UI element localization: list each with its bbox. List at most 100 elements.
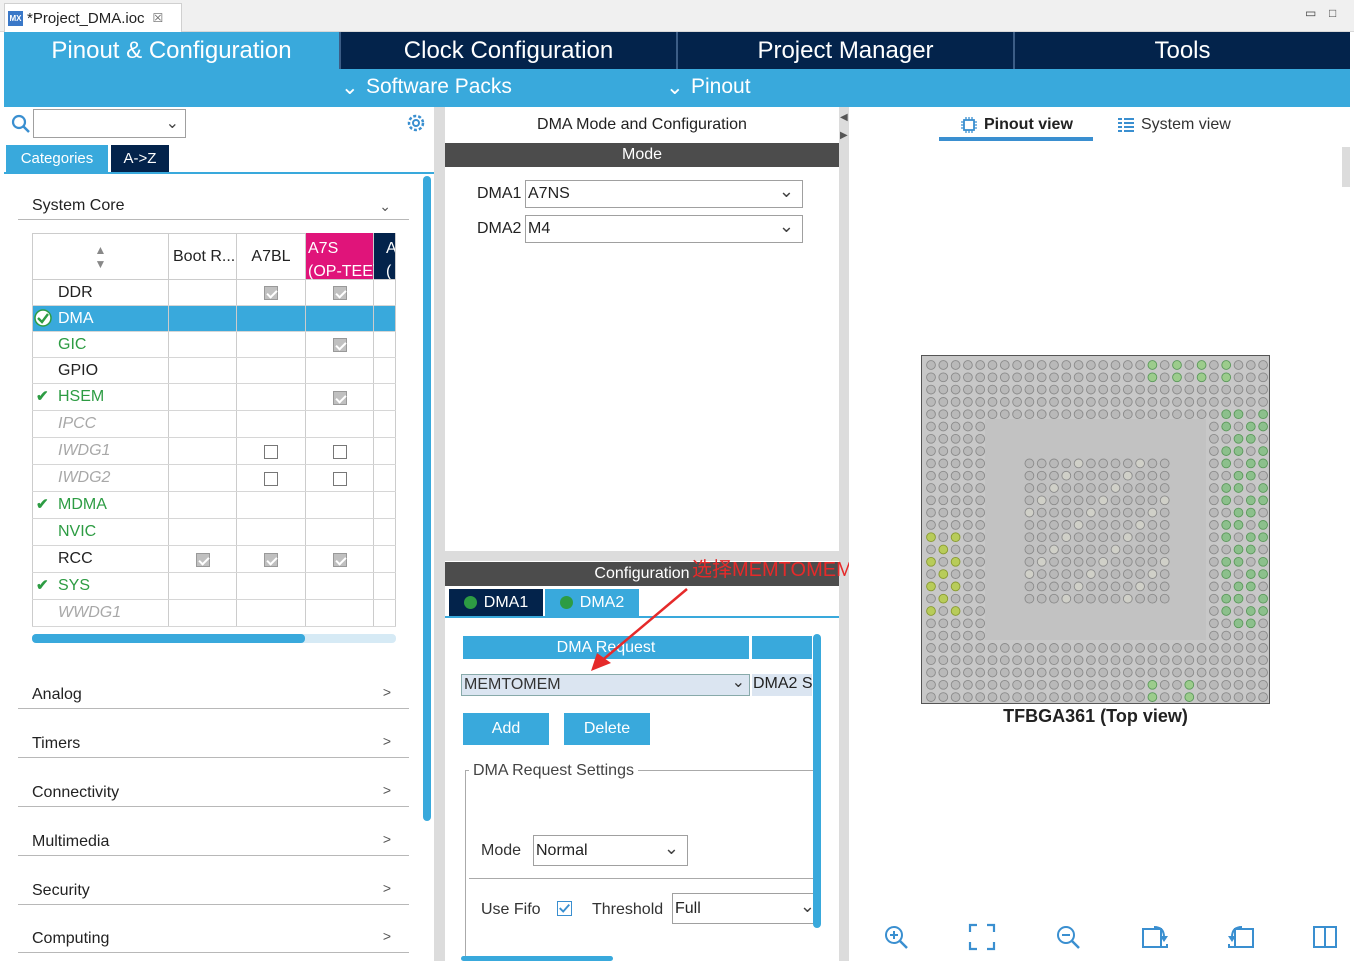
chip-pin[interactable] xyxy=(1135,556,1145,567)
chip-pin[interactable] xyxy=(1233,667,1244,678)
chip-pin[interactable] xyxy=(1233,569,1244,579)
chip-pin[interactable] xyxy=(1159,679,1170,690)
chip-package[interactable] xyxy=(921,355,1270,704)
a7s-checkbox[interactable] xyxy=(333,338,347,352)
chip-pin[interactable] xyxy=(1221,483,1232,493)
chip-pin[interactable] xyxy=(975,643,986,653)
chip-pin[interactable] xyxy=(1221,593,1232,604)
chip-pin[interactable] xyxy=(1258,618,1268,629)
chip-pin[interactable] xyxy=(1258,581,1268,592)
chip-pin[interactable] xyxy=(1159,532,1170,543)
rotate-right-icon[interactable] xyxy=(1140,923,1170,951)
chip-pin[interactable] xyxy=(1024,667,1035,678)
a7bl-checkbox[interactable] xyxy=(264,472,278,486)
chip-pin[interactable] xyxy=(1110,655,1121,666)
chip-pin[interactable] xyxy=(975,470,986,481)
chip-pin[interactable] xyxy=(1036,692,1047,702)
chip-pin[interactable] xyxy=(1122,569,1133,579)
chip-pin[interactable] xyxy=(1221,544,1232,555)
chip-pin[interactable] xyxy=(975,556,986,567)
chip-pin[interactable] xyxy=(1233,409,1244,420)
chip-pin[interactable] xyxy=(1258,384,1268,395)
a7bl-checkbox[interactable] xyxy=(264,286,278,300)
scrollbar-thumb[interactable] xyxy=(32,634,305,643)
chip-pin[interactable] xyxy=(1209,458,1219,469)
chip-pin[interactable] xyxy=(1024,532,1035,543)
chip-pin[interactable] xyxy=(1098,532,1109,543)
chip-pin[interactable] xyxy=(1221,618,1232,629)
chip-pin[interactable] xyxy=(1159,507,1170,518)
chip-pin[interactable] xyxy=(1245,569,1256,579)
chip-pin[interactable] xyxy=(1245,409,1256,420)
chip-pin[interactable] xyxy=(1245,507,1256,518)
chip-pin[interactable] xyxy=(1049,483,1059,493)
chip-pin[interactable] xyxy=(1258,433,1268,444)
chip-pin[interactable] xyxy=(1221,446,1232,456)
chip-pin[interactable] xyxy=(1036,679,1047,690)
a7bl-checkbox[interactable] xyxy=(264,445,278,459)
chip-pin[interactable] xyxy=(1073,397,1084,407)
chip-pin[interactable] xyxy=(1135,667,1145,678)
chip-pin[interactable] xyxy=(1061,667,1072,678)
chip-pin[interactable] xyxy=(1122,593,1133,604)
chip-pin[interactable] xyxy=(1061,655,1072,666)
chip-pin[interactable] xyxy=(1221,581,1232,592)
chip-pin[interactable] xyxy=(1110,372,1121,383)
chip-pin[interactable] xyxy=(1172,667,1182,678)
chip-pin[interactable] xyxy=(1245,692,1256,702)
chip-pin[interactable] xyxy=(1245,606,1256,616)
chip-pin[interactable] xyxy=(926,618,936,629)
a7s-checkbox[interactable] xyxy=(333,553,347,567)
chip-pin[interactable] xyxy=(1221,679,1232,690)
chip-pin[interactable] xyxy=(1258,507,1268,518)
chip-pin[interactable] xyxy=(926,409,936,420)
chip-pin[interactable] xyxy=(1135,692,1145,702)
chip-pin[interactable] xyxy=(1245,520,1256,530)
chip-pin[interactable] xyxy=(926,679,936,690)
chip-pin[interactable] xyxy=(1036,397,1047,407)
chip-pin[interactable] xyxy=(1258,421,1268,432)
chip-pin[interactable] xyxy=(1258,532,1268,543)
section-security[interactable]: Security > xyxy=(18,874,409,905)
chip-pin[interactable] xyxy=(1036,581,1047,592)
chip-pin[interactable] xyxy=(963,446,973,456)
chip-pin[interactable] xyxy=(1209,532,1219,543)
chip-pin[interactable] xyxy=(1159,643,1170,653)
chip-pin[interactable] xyxy=(1122,556,1133,567)
chip-pin[interactable] xyxy=(1196,679,1207,690)
chip-pin[interactable] xyxy=(1036,384,1047,395)
chip-pin[interactable] xyxy=(1110,409,1121,420)
chip-pin[interactable] xyxy=(1221,655,1232,666)
chip-pin[interactable] xyxy=(1147,593,1158,604)
chip-pin[interactable] xyxy=(1036,532,1047,543)
chip-pin[interactable] xyxy=(1245,360,1256,370)
chip-pin[interactable] xyxy=(987,643,998,653)
chip-pin[interactable] xyxy=(1110,520,1121,530)
chip-pin[interactable] xyxy=(1172,692,1182,702)
chip-pin[interactable] xyxy=(950,384,961,395)
chip-pin[interactable] xyxy=(1061,556,1072,567)
table-row[interactable]: SYS ✔ xyxy=(32,573,396,600)
chip-pin[interactable] xyxy=(1135,495,1145,506)
chip-pin[interactable] xyxy=(1233,360,1244,370)
chip-pin[interactable] xyxy=(1098,507,1109,518)
a7s-checkbox[interactable] xyxy=(333,391,347,405)
chip-pin[interactable] xyxy=(1147,532,1158,543)
chip-pin[interactable] xyxy=(1196,692,1207,702)
chip-pin[interactable] xyxy=(950,692,961,702)
chip-pin[interactable] xyxy=(938,372,949,383)
a7s-checkbox[interactable] xyxy=(333,445,347,459)
chip-pin[interactable] xyxy=(950,679,961,690)
chip-pin[interactable] xyxy=(1209,433,1219,444)
chip-pin[interactable] xyxy=(1135,507,1145,518)
chip-pin[interactable] xyxy=(975,569,986,579)
chip-pin[interactable] xyxy=(1258,643,1268,653)
chip-pin[interactable] xyxy=(1049,409,1059,420)
chip-pin[interactable] xyxy=(950,421,961,432)
chip-pin[interactable] xyxy=(1036,655,1047,666)
chip-pin[interactable] xyxy=(1209,593,1219,604)
chip-pin[interactable] xyxy=(1024,569,1035,579)
chip-pin[interactable] xyxy=(1258,544,1268,555)
chip-pin[interactable] xyxy=(1098,593,1109,604)
chip-pin[interactable] xyxy=(1086,556,1096,567)
